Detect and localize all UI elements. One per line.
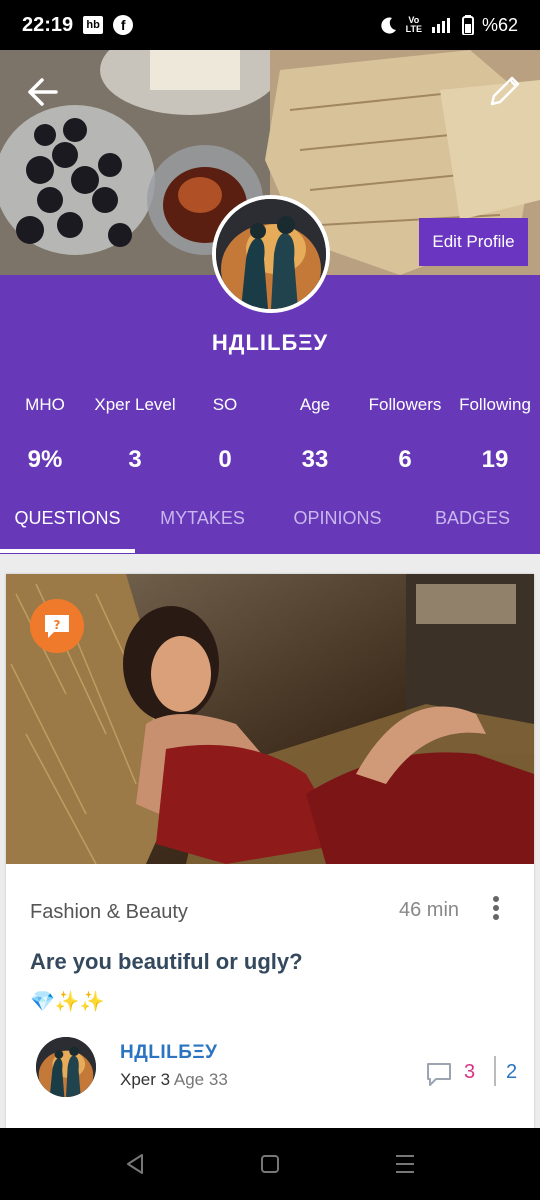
status-bar: 22:19 hb f Vo LTE %62 — [0, 0, 540, 50]
stat-label-following[interactable]: Following — [445, 395, 540, 415]
stat-label-so: SO — [212, 395, 238, 414]
stat-label-xper-level: Xper Level — [94, 395, 176, 414]
author-xper: Xper 3 — [120, 1070, 171, 1089]
stat-value-followers[interactable]: 6 — [355, 446, 455, 474]
profile-avatar[interactable] — [212, 195, 330, 313]
volte-icon: Vo LTE — [405, 15, 422, 34]
question-card[interactable]: ? Fashion & Beauty 46 min Are you beauti… — [6, 574, 534, 1134]
signal-icon — [431, 18, 450, 33]
profile-username: НДLILБΞУ — [211, 330, 329, 355]
nav-back-icon[interactable] — [120, 1152, 150, 1176]
comments-count[interactable]: 3 — [464, 1061, 475, 1084]
tab-mytakes[interactable]: MYTAKES — [135, 508, 270, 529]
system-nav-bar — [0, 1128, 540, 1200]
svg-text:?: ? — [54, 618, 61, 632]
nav-home-icon[interactable] — [255, 1152, 285, 1176]
stat-value-so: 0 — [218, 446, 232, 473]
stat-label-age: Age — [299, 395, 331, 414]
post-category[interactable]: Fashion & Beauty — [30, 901, 188, 924]
stat-label-mho: MHO — [25, 395, 65, 414]
more-options-icon[interactable] — [488, 894, 504, 924]
stat-label-followers[interactable]: Followers — [355, 395, 455, 415]
opinions-count[interactable]: 2 — [506, 1061, 517, 1084]
comment-icon[interactable] — [425, 1061, 453, 1087]
hb-icon: hb — [83, 16, 104, 34]
battery-icon — [461, 15, 474, 35]
post-image[interactable]: ? — [6, 574, 534, 864]
author-meta: Xper 3 Age 33 — [120, 1070, 228, 1090]
count-divider — [494, 1056, 496, 1086]
edit-profile-button[interactable]: Edit Profile — [419, 218, 528, 266]
author-avatar[interactable] — [36, 1037, 96, 1097]
question-badge-icon: ? — [30, 599, 84, 653]
tab-questions[interactable]: QUESTIONS — [0, 508, 135, 529]
battery-percent: %62 — [481, 14, 518, 35]
post-title[interactable]: Are you beautiful or ugly? — [30, 949, 303, 975]
stat-value-mho: 9% — [27, 446, 63, 473]
stat-value-age: 33 — [301, 446, 329, 473]
back-arrow-icon[interactable] — [22, 75, 62, 109]
stat-value-following[interactable]: 19 — [445, 446, 540, 474]
post-emojis: 💎✨✨ — [30, 991, 105, 1013]
facebook-icon: f — [113, 15, 134, 35]
post-time: 46 min — [399, 899, 460, 921]
author-name[interactable]: НДLILБΞУ — [120, 1042, 217, 1064]
tab-badges[interactable]: BADGES — [405, 508, 540, 529]
moon-icon — [380, 17, 396, 34]
pencil-icon[interactable] — [484, 74, 524, 110]
author-age: Age 33 — [173, 1070, 228, 1089]
clock: 22:19 — [22, 13, 74, 36]
active-tab-indicator — [0, 549, 135, 553]
stat-value-xper-level: 3 — [128, 446, 142, 473]
tab-opinions[interactable]: OPINIONS — [270, 508, 405, 529]
nav-menu-icon[interactable] — [390, 1152, 420, 1176]
